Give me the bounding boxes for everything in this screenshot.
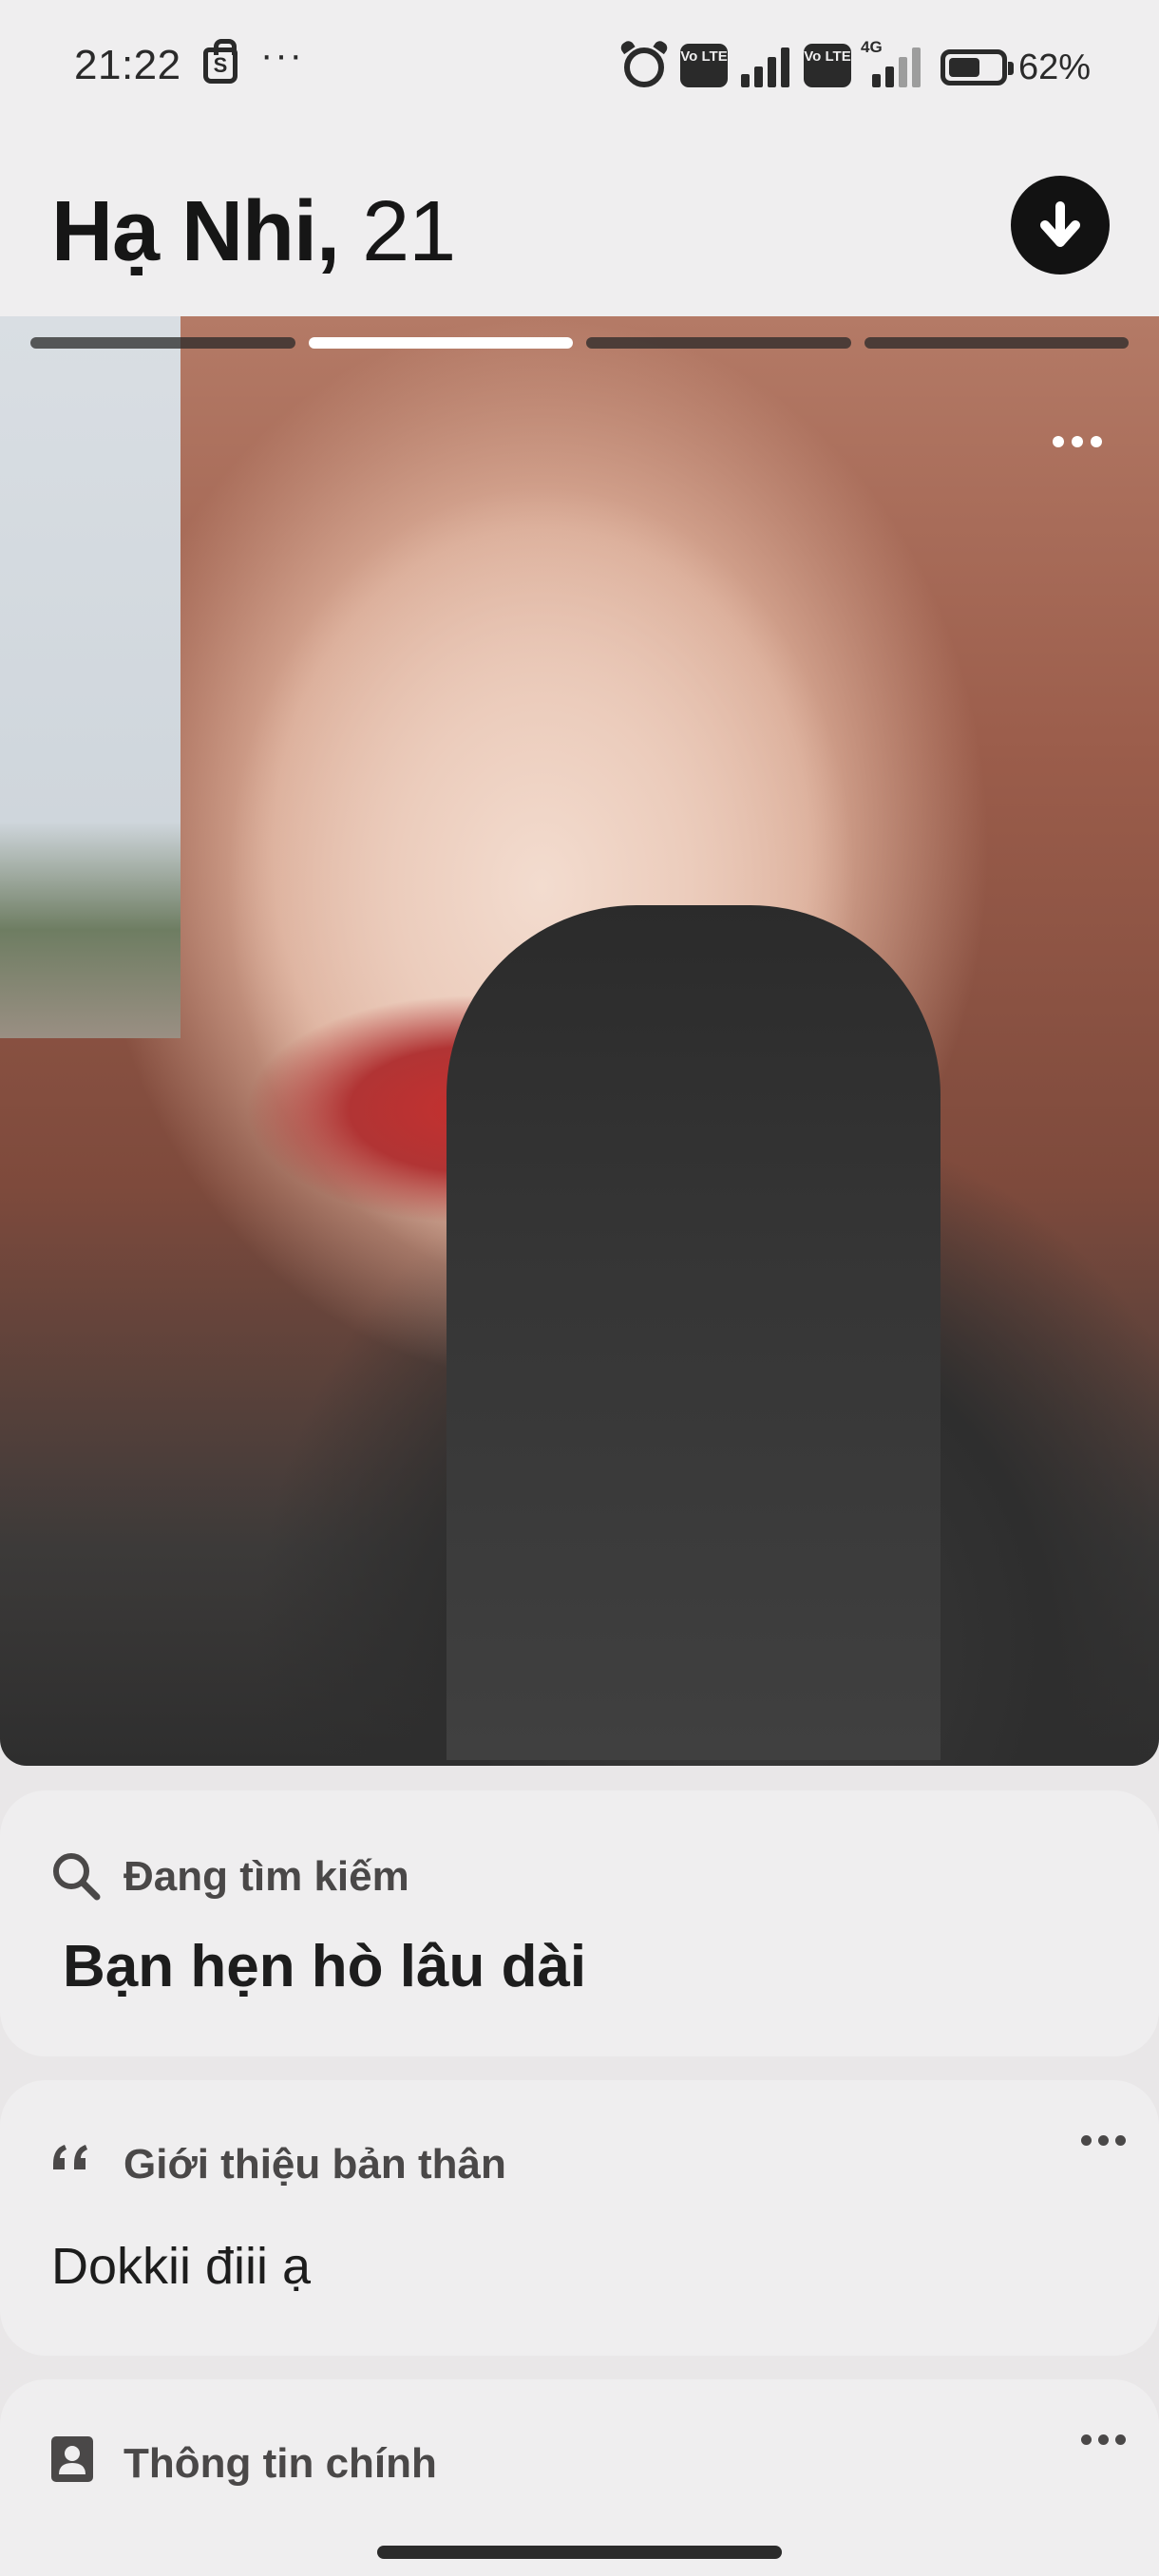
status-bar: 21:22 S ··· Vo LTE Vo LTE 4G 62% <box>0 0 1159 138</box>
profile-photo[interactable] <box>0 316 1159 1766</box>
photo-page-indicator[interactable] <box>308 337 573 349</box>
alarm-icon <box>624 47 664 87</box>
arrow-down-icon <box>1040 201 1080 247</box>
quote-icon <box>53 2145 87 2169</box>
photo-page-indicator[interactable] <box>864 337 1129 349</box>
photo-page-indicator[interactable] <box>30 337 295 349</box>
about-value: Dokkii điii ạ <box>51 2238 312 2295</box>
notification-more-icon: ··· <box>260 34 304 76</box>
main-info-label: Thông tin chính <box>124 2440 437 2487</box>
about-card: Giới thiệu bản thân Dokkii điii ạ <box>0 2080 1159 2356</box>
about-label: Giới thiệu bản thân <box>124 2141 506 2188</box>
main-info-more-icon[interactable] <box>1081 2434 1127 2448</box>
profile-title: Hạ Nhi, 21 <box>51 183 456 281</box>
volte-sim1-icon: Vo LTE <box>680 44 728 87</box>
photo-background <box>0 316 180 1038</box>
signal-sim1-icon <box>741 47 792 87</box>
signal-sim2-icon <box>872 47 923 87</box>
shopping-bag-icon: S <box>203 39 238 84</box>
battery-icon <box>940 49 1014 85</box>
photo-clothing <box>446 905 940 1760</box>
photo-page-indicator[interactable] <box>586 337 851 349</box>
looking-for-value: Bạn hẹn hò lâu dài <box>63 1934 587 1999</box>
volte-sim2-icon: Vo LTE <box>804 44 851 87</box>
home-indicator[interactable] <box>377 2546 782 2559</box>
looking-for-label: Đang tìm kiếm <box>124 1853 409 1900</box>
battery-fill <box>949 58 980 77</box>
photo-more-icon[interactable] <box>1053 430 1104 453</box>
shopping-bag-letter: S <box>213 53 228 77</box>
search-icon <box>53 1853 101 1901</box>
contact-badge-icon <box>51 2436 93 2482</box>
status-time: 21:22 <box>74 42 181 88</box>
looking-for-card: Đang tìm kiếm Bạn hẹn hò lâu dài <box>0 1790 1159 2056</box>
profile-name: Hạ Nhi, <box>51 184 340 279</box>
battery-percent: 62% <box>1018 47 1092 87</box>
profile-age: 21 <box>362 184 456 279</box>
collapse-profile-button[interactable] <box>1011 176 1110 275</box>
photo-pagination <box>30 337 1129 349</box>
profile-header: Hạ Nhi, 21 <box>0 138 1159 316</box>
about-more-icon[interactable] <box>1081 2135 1127 2149</box>
